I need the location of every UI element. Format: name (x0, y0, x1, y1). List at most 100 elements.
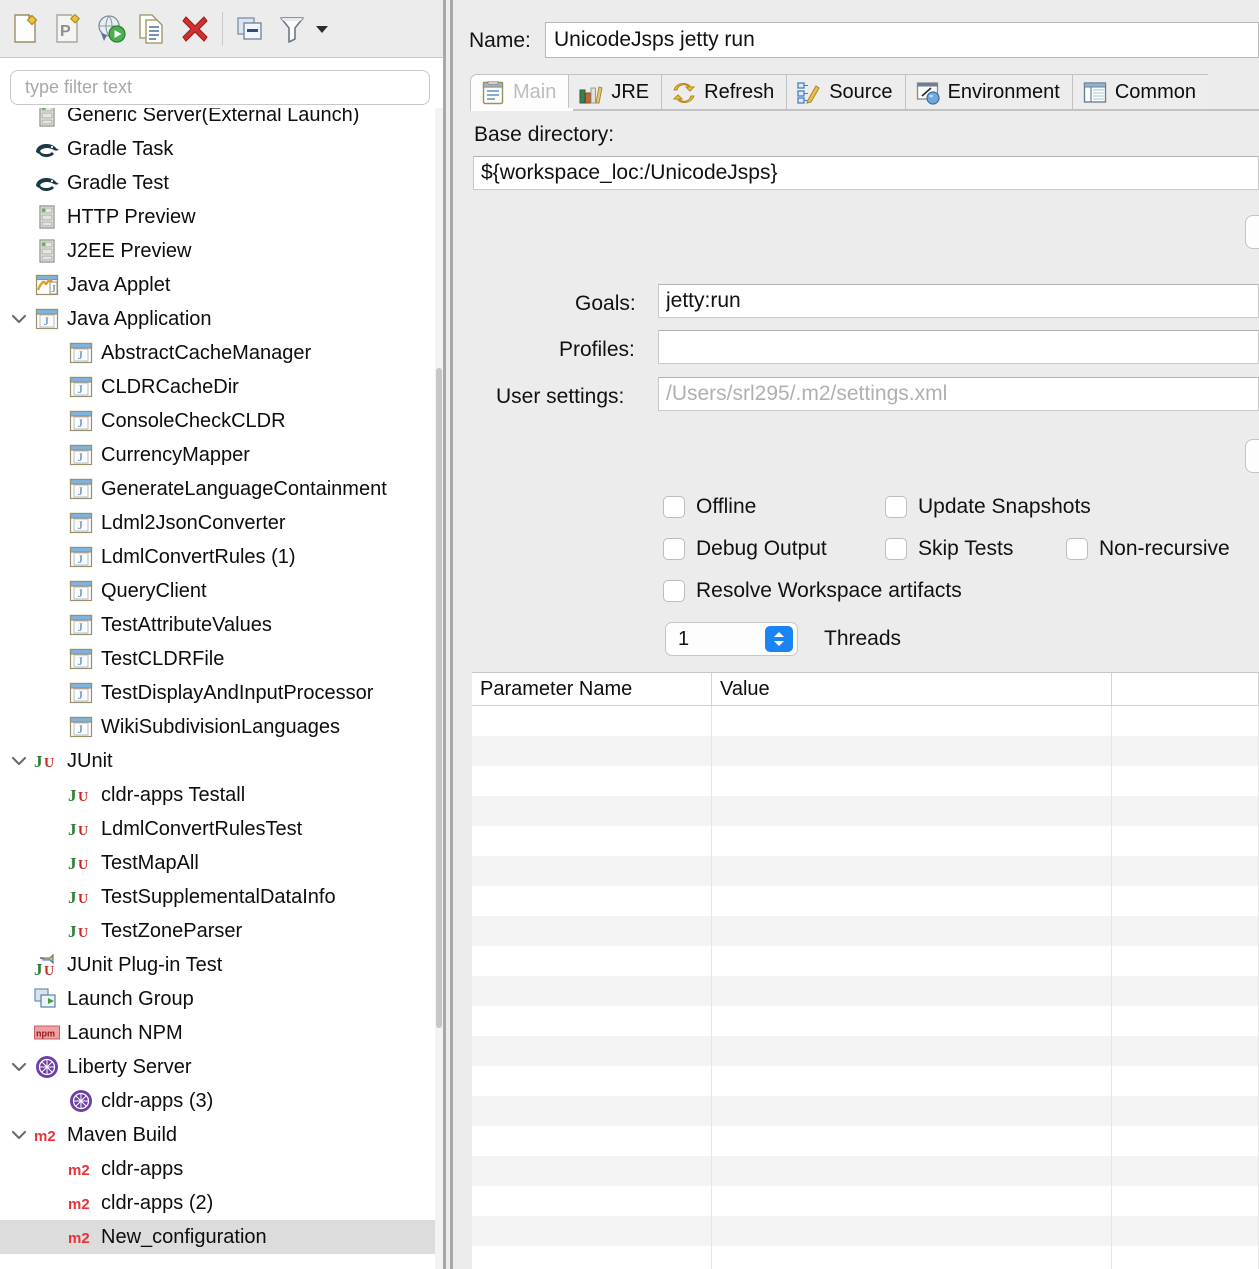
table-row[interactable] (472, 976, 1259, 1006)
table-cell-value[interactable] (712, 1036, 1112, 1066)
tree-item[interactable]: Gradle Test (0, 166, 435, 200)
table-row[interactable] (472, 796, 1259, 826)
tree-item[interactable]: J Java Application (0, 302, 435, 336)
table-cell-extra[interactable] (1112, 1006, 1259, 1036)
tab-main[interactable]: Main (470, 74, 569, 110)
table-cell-extra[interactable] (1112, 1126, 1259, 1156)
table-cell-parameter-name[interactable] (472, 826, 712, 856)
chevron-down-icon[interactable] (4, 302, 34, 336)
table-cell-parameter-name[interactable] (472, 706, 712, 736)
table-cell-value[interactable] (712, 826, 1112, 856)
table-cell-parameter-name[interactable] (472, 1246, 712, 1269)
table-cell-parameter-name[interactable] (472, 1066, 712, 1096)
checkbox-box[interactable] (1066, 538, 1088, 560)
table-cell-extra[interactable] (1112, 1216, 1259, 1246)
panel-divider-left[interactable] (443, 0, 446, 1269)
table-cell-value[interactable] (712, 916, 1112, 946)
tree-item[interactable]: J LdmlConvertRules (1) (0, 540, 435, 574)
table-cell-extra[interactable] (1112, 766, 1259, 796)
delete-button[interactable] (174, 7, 216, 51)
checkbox-non-recursive[interactable]: Non-recursive (1066, 537, 1230, 561)
table-cell-value[interactable] (712, 1246, 1112, 1269)
checkbox-offline[interactable]: Offline (663, 495, 756, 519)
checkbox-resolve-workspace-artifacts[interactable]: Resolve Workspace artifacts (663, 579, 962, 603)
tree-item[interactable]: J TestCLDRFile (0, 642, 435, 676)
table-cell-value[interactable] (712, 796, 1112, 826)
table-cell-parameter-name[interactable] (472, 766, 712, 796)
new-prototype-button[interactable]: P (48, 7, 90, 51)
table-cell-parameter-name[interactable] (472, 976, 712, 1006)
table-cell-parameter-name[interactable] (472, 856, 712, 886)
stepper-up-down-icon[interactable] (765, 626, 793, 652)
table-cell-extra[interactable] (1112, 1246, 1259, 1269)
tree-item[interactable]: J U JUnit (0, 744, 435, 778)
tree-item[interactable]: Gradle Task (0, 132, 435, 166)
table-row[interactable] (472, 1216, 1259, 1246)
base-directory-browse-button[interactable] (1245, 215, 1259, 249)
tree-item[interactable]: J CurrencyMapper (0, 438, 435, 472)
table-row[interactable] (472, 916, 1259, 946)
column-header-extra[interactable] (1112, 673, 1259, 706)
filter-button[interactable] (271, 7, 313, 51)
goals-input[interactable] (658, 284, 1259, 318)
table-cell-parameter-name[interactable] (472, 886, 712, 916)
table-cell-value[interactable] (712, 1186, 1112, 1216)
chevron-down-icon[interactable] (4, 744, 34, 778)
tree-item[interactable]: Generic Server(External Launch) (0, 108, 435, 132)
table-cell-value[interactable] (712, 1096, 1112, 1126)
table-row[interactable] (472, 946, 1259, 976)
table-cell-value[interactable] (712, 1006, 1112, 1036)
checkbox-box[interactable] (885, 496, 907, 518)
tree-item[interactable]: m2 cldr-apps (0, 1152, 435, 1186)
export-launch-configuration-button[interactable] (90, 7, 132, 51)
tree-item[interactable]: J GenerateLanguageContainment (0, 472, 435, 506)
configuration-name-input[interactable] (545, 22, 1259, 58)
checkbox-box[interactable] (663, 580, 685, 602)
table-cell-parameter-name[interactable] (472, 1006, 712, 1036)
table-cell-value[interactable] (712, 1066, 1112, 1096)
table-cell-parameter-name[interactable] (472, 736, 712, 766)
table-cell-extra[interactable] (1112, 856, 1259, 886)
table-cell-value[interactable] (712, 1156, 1112, 1186)
column-header-parameter-name[interactable]: Parameter Name (472, 673, 712, 706)
tree-item[interactable]: J U JUnit Plug-in Test (0, 948, 435, 982)
tree-item[interactable]: J TestAttributeValues (0, 608, 435, 642)
table-row[interactable] (472, 1066, 1259, 1096)
table-cell-parameter-name[interactable] (472, 1126, 712, 1156)
tree-item[interactable]: J AbstractCacheManager (0, 336, 435, 370)
tree-item[interactable]: J Java Applet (0, 268, 435, 302)
table-cell-extra[interactable] (1112, 1096, 1259, 1126)
table-row[interactable] (472, 1156, 1259, 1186)
table-cell-value[interactable] (712, 1216, 1112, 1246)
tree-item[interactable]: J U TestSupplementalDataInfo (0, 880, 435, 914)
tree-item[interactable]: J QueryClient (0, 574, 435, 608)
checkbox-box[interactable] (663, 538, 685, 560)
table-cell-extra[interactable] (1112, 916, 1259, 946)
table-cell-extra[interactable] (1112, 1066, 1259, 1096)
table-cell-value[interactable] (712, 736, 1112, 766)
tab-source[interactable]: Source (786, 74, 905, 110)
table-row[interactable] (472, 826, 1259, 856)
checkbox-update-snapshots[interactable]: Update Snapshots (885, 495, 1091, 519)
table-cell-value[interactable] (712, 766, 1112, 796)
tree-item-selected[interactable]: m2 New_configuration (0, 1220, 435, 1254)
new-launch-configuration-button[interactable] (6, 7, 48, 51)
table-cell-parameter-name[interactable] (472, 946, 712, 976)
tree-item[interactable]: Liberty Server (0, 1050, 435, 1084)
tree-item[interactable]: cldr-apps (3) (0, 1084, 435, 1118)
tree-item[interactable]: npm Launch NPM (0, 1016, 435, 1050)
tree-item[interactable]: HTTP Preview (0, 200, 435, 234)
table-row[interactable] (472, 736, 1259, 766)
tree-item[interactable]: J U TestMapAll (0, 846, 435, 880)
table-cell-parameter-name[interactable] (472, 916, 712, 946)
column-header-value[interactable]: Value (712, 673, 1112, 706)
tree-item[interactable]: J WikiSubdivisionLanguages (0, 710, 435, 744)
checkbox-box[interactable] (885, 538, 907, 560)
table-cell-extra[interactable] (1112, 1186, 1259, 1216)
tree-scrollbar[interactable] (435, 108, 443, 1269)
table-row[interactable] (472, 856, 1259, 886)
table-cell-value[interactable] (712, 886, 1112, 916)
table-row[interactable] (472, 886, 1259, 916)
tree-item[interactable]: Launch Group (0, 982, 435, 1016)
tree-item[interactable]: J ConsoleCheckCLDR (0, 404, 435, 438)
